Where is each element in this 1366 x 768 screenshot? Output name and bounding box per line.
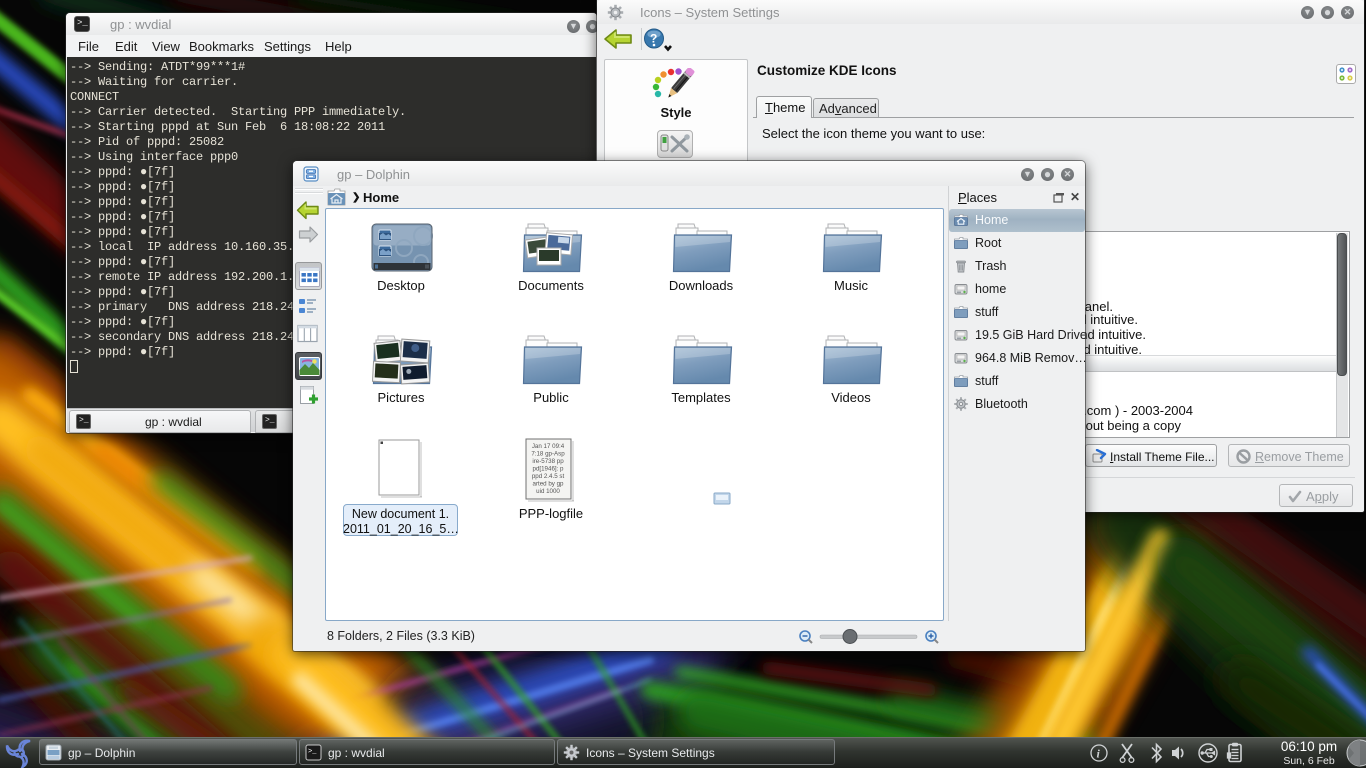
svg-text:i: i: [1097, 747, 1101, 761]
svg-text:uid 1000: uid 1000: [536, 488, 560, 495]
svg-text:Jan 17 09:4: Jan 17 09:4: [532, 443, 565, 450]
svg-text:ire-5738 pp: ire-5738 pp: [532, 458, 564, 465]
svg-text:Templates: Templates: [671, 390, 731, 405]
svg-text:Music: Music: [834, 278, 868, 293]
svg-text:Documents: Documents: [518, 278, 584, 293]
svg-text:pd[1946]: p: pd[1946]: p: [533, 466, 565, 473]
svg-text:Desktop: Desktop: [377, 278, 425, 293]
svg-text:Videos: Videos: [831, 390, 871, 405]
svg-text:Public: Public: [533, 390, 569, 405]
svg-text:Pictures: Pictures: [378, 390, 425, 405]
svg-text:ppd 2.4.5 st: ppd 2.4.5 st: [532, 473, 565, 480]
svg-text:Downloads: Downloads: [669, 278, 734, 293]
svg-text:>_: >_: [308, 748, 317, 756]
svg-text:?: ?: [650, 32, 657, 46]
svg-text:7:18 gp-Asp: 7:18 gp-Asp: [531, 451, 565, 458]
svg-text:arted by gp: arted by gp: [533, 481, 565, 488]
